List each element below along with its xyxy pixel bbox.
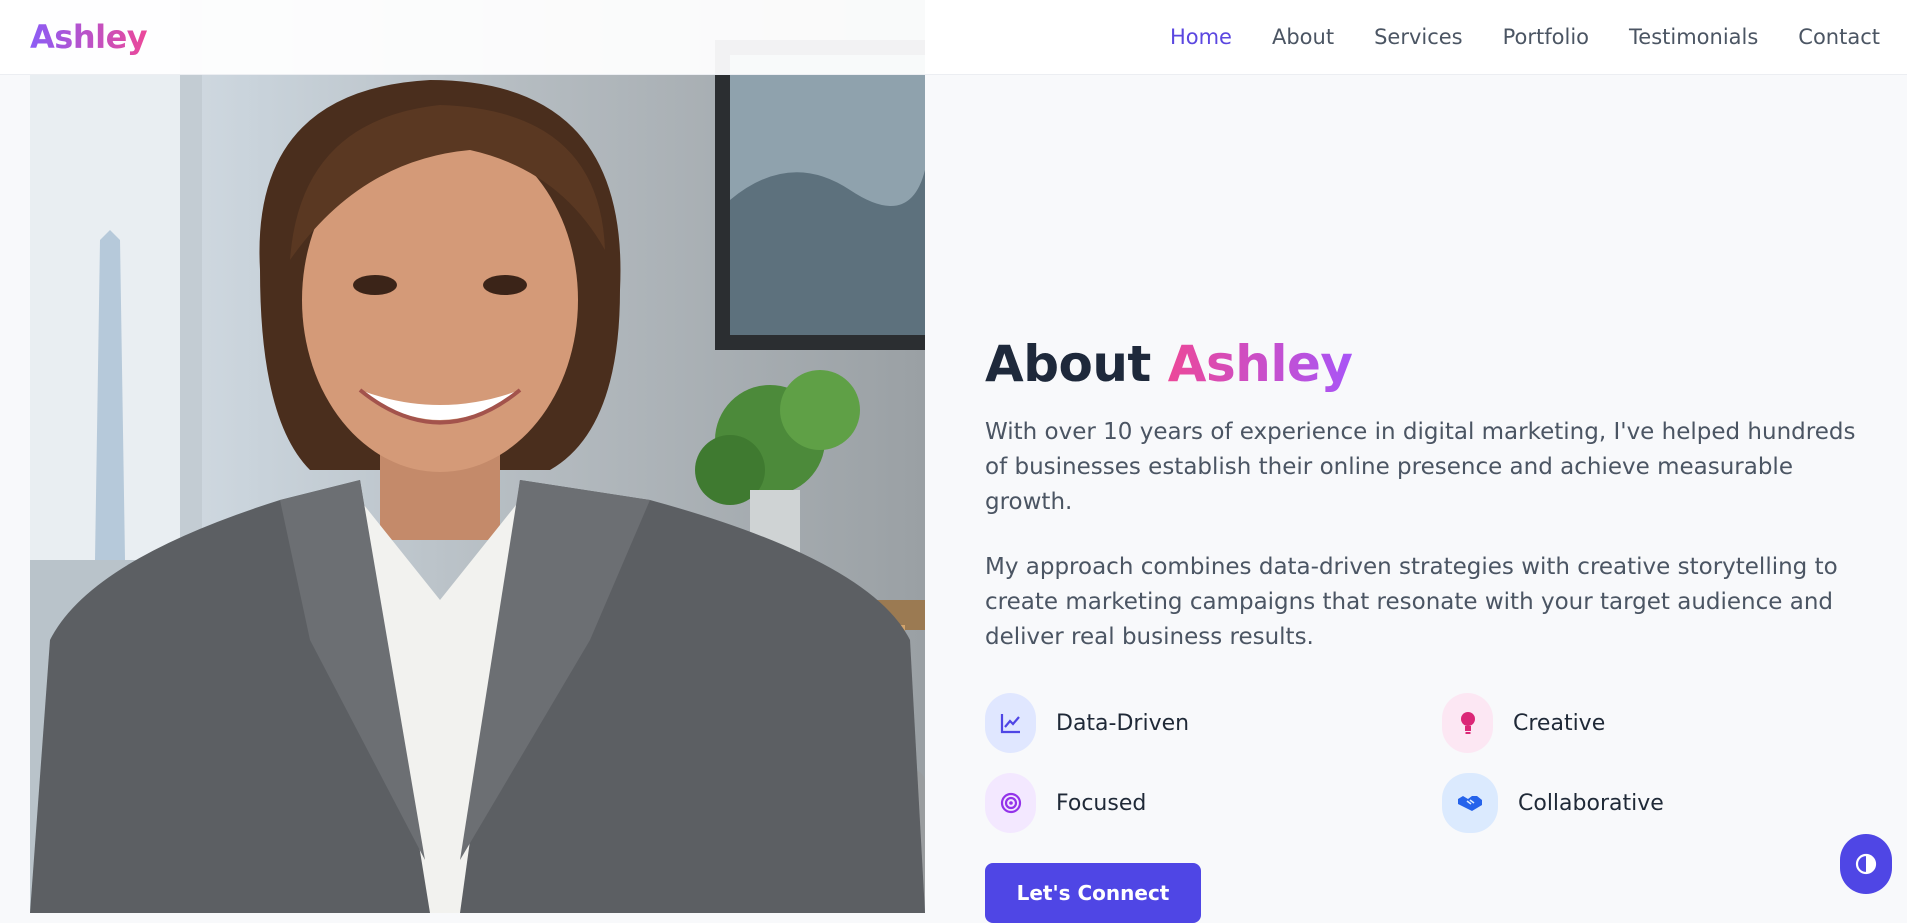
nav-link-contact[interactable]: Contact — [1798, 25, 1880, 49]
feature-label: Focused — [1056, 790, 1147, 816]
feature-creative: Creative — [1442, 693, 1842, 753]
about-paragraph-1: With over 10 years of experience in digi… — [985, 419, 1856, 515]
about-title: About Ashley — [985, 335, 1865, 393]
about-title-prefix: About — [985, 335, 1151, 393]
handshake-icon — [1442, 773, 1498, 833]
feature-focused: Focused — [985, 773, 1442, 833]
nav-link-testimonials[interactable]: Testimonials — [1629, 25, 1758, 49]
top-navbar: Ashley Home About Services Portfolio Tes… — [0, 0, 1907, 75]
lets-connect-button[interactable]: Let's Connect — [985, 863, 1201, 923]
portrait-photo — [30, 0, 925, 913]
about-paragraph-2: My approach combines data-driven strateg… — [985, 554, 1838, 650]
feature-label: Creative — [1513, 710, 1606, 736]
feature-grid: Data-Driven Creative Focused Collaborati… — [985, 693, 1865, 833]
about-section: About Ashley With over 10 years of exper… — [985, 335, 1865, 923]
about-title-accent: Ashley — [1167, 335, 1353, 393]
nav-link-home[interactable]: Home — [1170, 25, 1232, 49]
theme-toggle-button[interactable] — [1840, 834, 1892, 894]
lightbulb-icon — [1442, 693, 1493, 753]
target-icon — [985, 773, 1036, 833]
nav-link-portfolio[interactable]: Portfolio — [1503, 25, 1589, 49]
nav-links: Home About Services Portfolio Testimonia… — [1170, 25, 1880, 49]
brand-logo[interactable]: Ashley — [30, 18, 148, 56]
contrast-icon — [1855, 853, 1877, 875]
feature-label: Data-Driven — [1056, 710, 1190, 736]
feature-data-driven: Data-Driven — [985, 693, 1442, 753]
chart-line-icon — [985, 693, 1036, 753]
nav-link-services[interactable]: Services — [1374, 25, 1463, 49]
feature-label: Collaborative — [1518, 790, 1664, 816]
portrait-illustration — [30, 0, 925, 913]
feature-collaborative: Collaborative — [1442, 773, 1842, 833]
nav-link-about[interactable]: About — [1272, 25, 1334, 49]
